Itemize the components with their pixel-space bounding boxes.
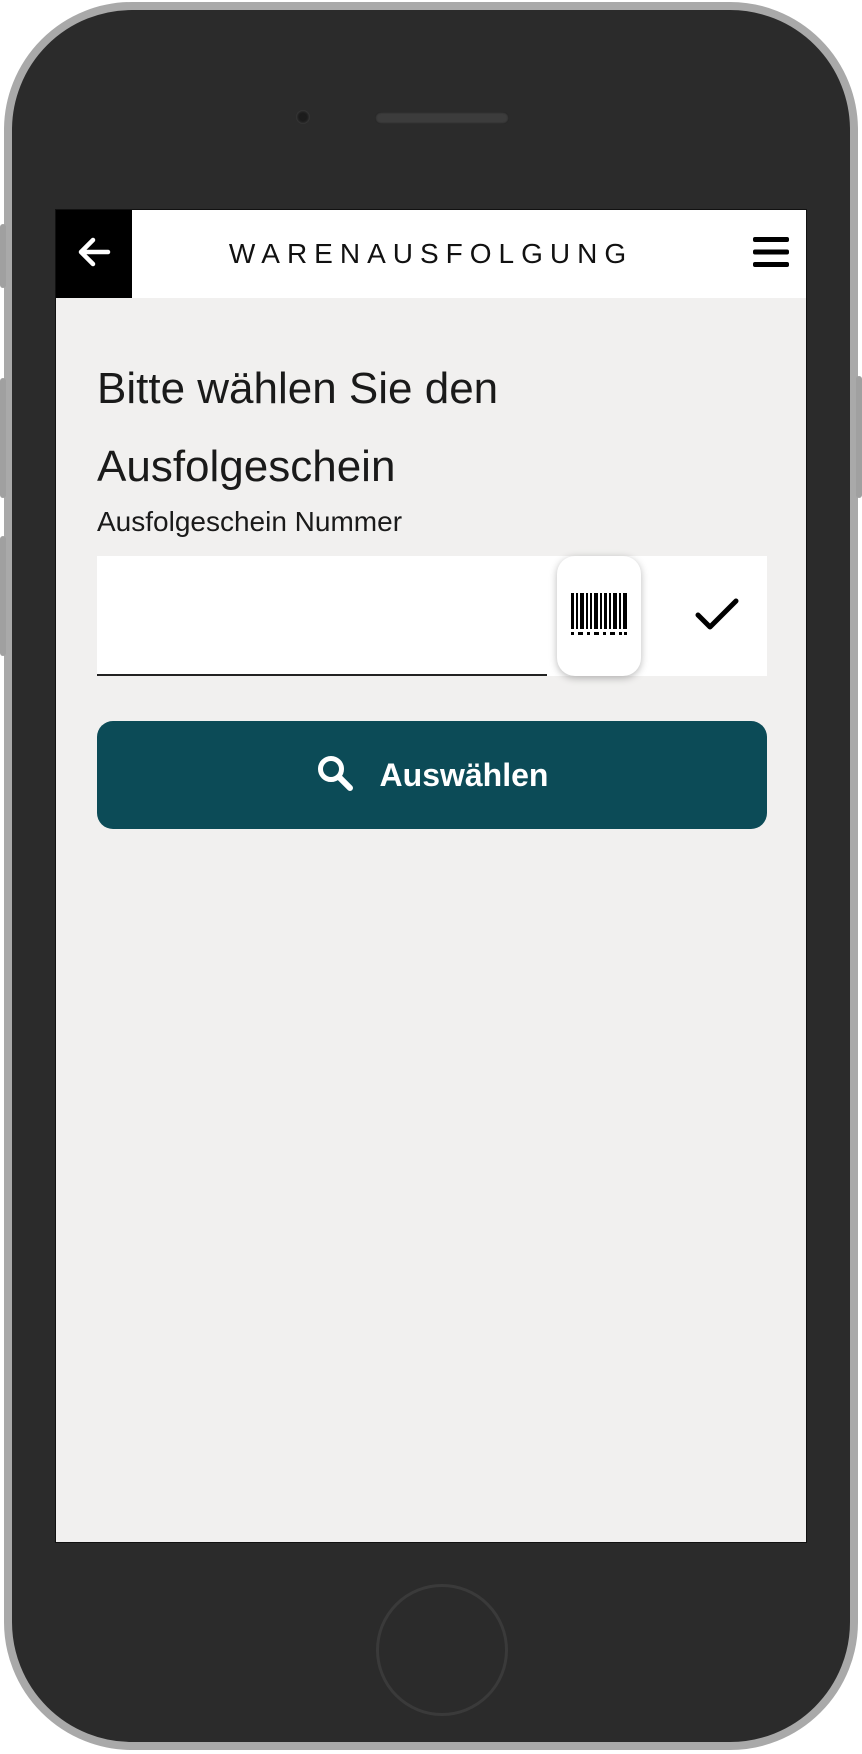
power-button	[856, 376, 862, 498]
app-screen: WARENAUSFOLGUNG Bitte wählen Sie den Aus…	[55, 209, 807, 1543]
auswaehlen-button[interactable]: Auswählen	[97, 721, 767, 829]
page-title: WARENAUSFOLGUNG	[228, 238, 634, 269]
auswaehlen-button-label: Auswählen	[379, 756, 549, 793]
barcode-icon	[570, 592, 628, 641]
confirm-button[interactable]	[667, 556, 767, 676]
checkmark-icon	[694, 596, 740, 637]
back-button[interactable]	[56, 210, 132, 298]
hamburger-menu-icon	[752, 235, 790, 274]
ausfolgeschein-number-input[interactable]	[97, 556, 547, 676]
home-button[interactable]	[376, 1584, 508, 1716]
front-camera	[296, 110, 310, 124]
menu-button[interactable]	[752, 236, 790, 272]
field-label: Ausfolgeschein Nummer	[97, 506, 403, 537]
instruction-heading: Bitte wählen Sie den Ausfolgeschein	[97, 364, 499, 491]
earpiece-speaker	[375, 112, 509, 124]
volume-down-button	[0, 536, 6, 656]
ausfolgeschein-field-row	[97, 556, 767, 676]
top-bar: WARENAUSFOLGUNG	[56, 210, 806, 298]
mute-switch	[0, 224, 6, 288]
scan-barcode-button[interactable]	[557, 556, 641, 676]
search-icon	[316, 754, 354, 797]
volume-up-button	[0, 378, 6, 498]
arrow-left-icon	[77, 237, 111, 272]
